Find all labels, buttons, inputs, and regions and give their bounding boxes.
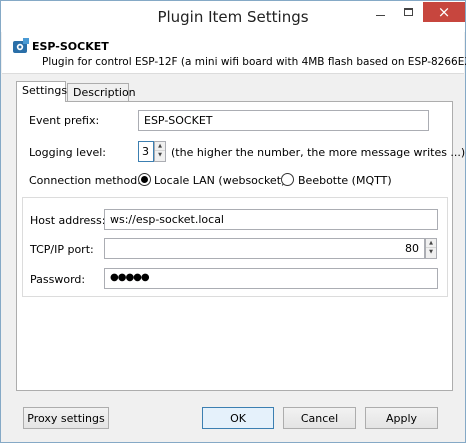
tcp-port-spinner[interactable]: ▲ ▼ [425,238,437,259]
event-prefix-input[interactable]: ESP-SOCKET [138,110,429,131]
tab-settings[interactable]: Settings [16,81,67,102]
plugin-name: ESP-SOCKET [32,40,109,53]
logging-level-hint: (the higher the number, the more message… [171,146,466,159]
tcp-port-label: TCP/IP port: [30,243,94,256]
spin-down-icon[interactable]: ▼ [426,248,436,257]
ok-button[interactable]: OK [202,407,274,429]
tcp-port-input[interactable]: 80 [104,238,425,259]
radio-locale-lan-label[interactable]: Locale LAN (websocket) [154,174,285,187]
password-label: Password: [30,273,86,286]
settings-panel: Event prefix: ESP-SOCKET Logging level: … [16,101,465,391]
connection-group: Host address: ws://esp-socket.local TCP/… [22,197,448,297]
password-input[interactable]: ●●●●● [104,268,438,289]
logging-level-input[interactable]: 3 [138,141,154,162]
connection-method-label: Connection method: [29,174,141,187]
minimize-icon [375,14,385,16]
plugin-header: ESP-SOCKET Plugin for control ESP-12F (a… [2,32,466,74]
close-button[interactable]: × [423,2,465,22]
host-address-input[interactable]: ws://esp-socket.local [104,209,438,230]
maximize-icon [404,8,413,16]
radio-beebotte-label[interactable]: Beebotte (MQTT) [298,174,392,187]
spin-up-icon[interactable]: ▲ [155,142,165,151]
cancel-button[interactable]: Cancel [283,407,356,429]
plugin-description: Plugin for control ESP-12F (a mini wifi … [42,56,466,68]
radio-beebotte[interactable] [281,173,294,186]
spin-down-icon[interactable]: ▼ [155,151,165,160]
plugin-gear-icon [13,38,29,53]
maximize-button[interactable] [395,2,422,22]
host-address-label: Host address: [30,214,106,227]
radio-locale-lan[interactable] [138,173,151,186]
minimize-button[interactable] [366,2,394,22]
settings-window: Plugin Item Settings × ESP-SOCKET Plugin… [0,0,466,443]
event-prefix-label: Event prefix: [29,114,100,127]
tab-description[interactable]: Description [67,83,136,101]
logging-level-spinner[interactable]: ▲ ▼ [154,141,166,162]
close-icon: × [437,3,451,21]
title-bar[interactable]: Plugin Item Settings × [1,1,465,32]
proxy-settings-button[interactable]: Proxy settings [23,407,109,429]
apply-button[interactable]: Apply [365,407,438,429]
logging-level-label: Logging level: [29,146,106,159]
spin-up-icon[interactable]: ▲ [426,239,436,248]
